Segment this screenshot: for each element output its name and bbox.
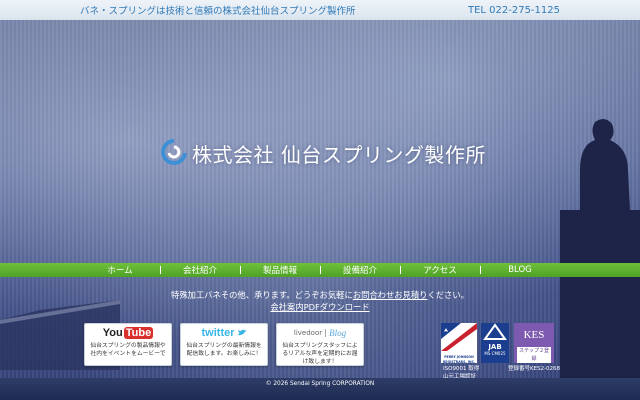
contact-notice: 特殊加工バネその他、承ります。どうぞお気軽にお問合わせお見積りください。 bbox=[0, 289, 640, 301]
kes-subtitle: ステップ２登録 bbox=[517, 347, 551, 363]
twitter-banner[interactable]: twitter 仙台スプリングの最新情報を配信致します。お楽しみに！ bbox=[180, 323, 268, 366]
copyright-text: © 2026 Sendai Spring CORPORATION bbox=[265, 381, 375, 387]
kes-title: KES bbox=[523, 329, 545, 341]
kes-caption: 登録番号KES2-0268 bbox=[508, 366, 561, 372]
perry-johnson-cert-badge[interactable]: PERRY JOHNSON REGISTRARS, INC. bbox=[441, 323, 477, 364]
youtube-logo: You Tube bbox=[85, 324, 171, 342]
footer: © 2026 Sendai Spring CORPORATION bbox=[0, 378, 640, 400]
youtube-description: 仙台スプリングの製品情報や社内をイベントをムービーで bbox=[90, 343, 166, 357]
kes-cert-badge[interactable]: KES ステップ２登録 bbox=[514, 323, 554, 363]
company-pdf-link[interactable]: 会社案内PDFダウンロード bbox=[270, 302, 369, 312]
blog-description: 仙台スプリングスタッフによるリアルな声を定期的にお届け致します！ bbox=[282, 343, 358, 365]
jab-subtext: MS CM025 bbox=[484, 351, 506, 356]
nav-item-home[interactable]: ホーム bbox=[80, 263, 160, 277]
nav-item-blog[interactable]: BLOG bbox=[480, 263, 560, 277]
spring-logo-icon bbox=[161, 139, 187, 165]
twitter-logo-text: twitter bbox=[201, 327, 235, 339]
nav-item-equipment[interactable]: 設備紹介 bbox=[320, 263, 400, 277]
youtube-banner[interactable]: You Tube 仙台スプリングの製品情報や社内をイベントをムービーで bbox=[84, 323, 172, 366]
inquiry-link[interactable]: お問合わせお見積り bbox=[353, 290, 428, 300]
twitter-logo: twitter bbox=[181, 324, 267, 342]
youtube-logo-you: You bbox=[102, 327, 123, 339]
blog-logo-text: Blog bbox=[329, 328, 347, 338]
phone-number: TEL 022-275-1125 bbox=[467, 4, 560, 16]
statue-silhouette bbox=[560, 118, 640, 400]
nav-item-company[interactable]: 会社紹介 bbox=[160, 263, 240, 277]
youtube-logo-tube: Tube bbox=[123, 327, 154, 339]
iso-caption-text: ISO9001 取得 bbox=[443, 366, 480, 372]
pdf-download: 会社案内PDFダウンロード bbox=[0, 301, 640, 313]
main-nav: ホーム 会社紹介 製品情報 設備紹介 アクセス BLOG bbox=[80, 263, 560, 277]
tagline: バネ・スプリングは技術と信頼の株式会社仙台スプリング製作所 bbox=[80, 6, 356, 17]
nav-item-products[interactable]: 製品情報 bbox=[240, 263, 320, 277]
notice-suffix: ください。 bbox=[427, 290, 469, 300]
blog-logo: livedoor Blog bbox=[277, 324, 363, 342]
blog-banner[interactable]: livedoor Blog 仙台スプリングスタッフによるリアルな声を定期的にお届… bbox=[276, 323, 364, 366]
nav-item-access[interactable]: アクセス bbox=[400, 263, 480, 277]
top-bar: バネ・スプリングは技術と信頼の株式会社仙台スプリング製作所 TEL 022-27… bbox=[0, 0, 640, 20]
jab-cert-badge[interactable]: JAB MS CM025 bbox=[481, 323, 509, 363]
twitter-bird-icon bbox=[237, 329, 247, 336]
company-logo[interactable]: 株式会社 仙台スプリング製作所 bbox=[160, 138, 486, 168]
company-name: 株式会社 仙台スプリング製作所 bbox=[192, 142, 486, 167]
jab-text: JAB bbox=[488, 343, 502, 351]
notice-prefix: 特殊加工バネその他、承ります。どうぞお気軽に bbox=[171, 290, 353, 300]
twitter-description: 仙台スプリングの最新情報を配信致します。お楽しみに！ bbox=[186, 343, 262, 357]
livedoor-text: livedoor bbox=[294, 329, 327, 337]
jab-mark-icon bbox=[483, 323, 507, 340]
perry-johnson-flag-icon bbox=[441, 323, 477, 351]
